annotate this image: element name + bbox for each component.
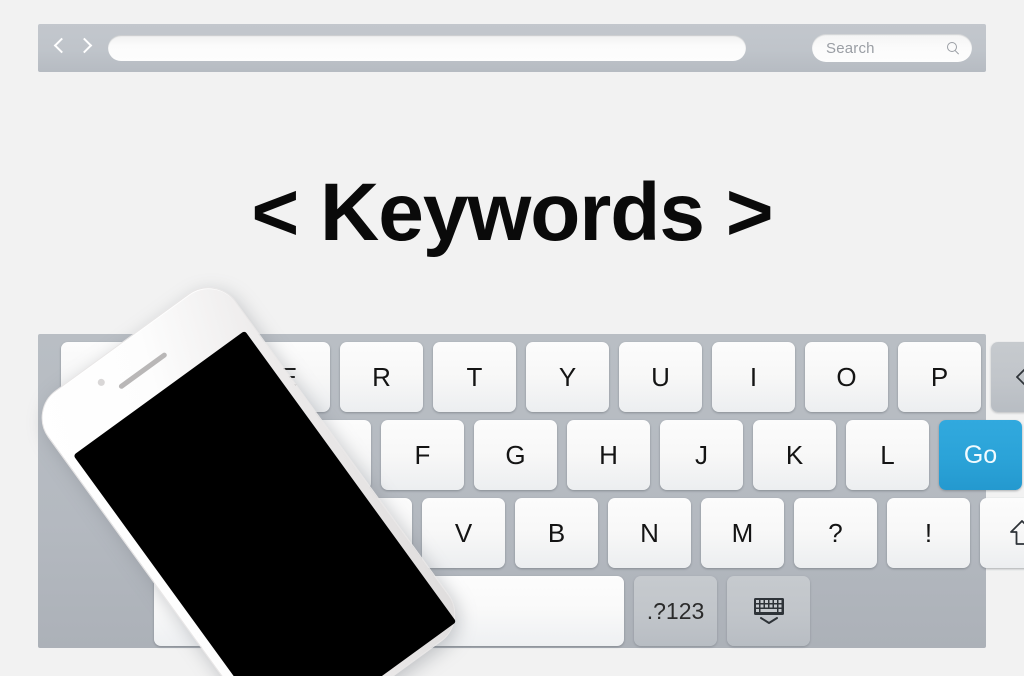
key-c[interactable]: C [329,498,412,568]
key-go[interactable]: Go [939,420,1022,490]
key-w[interactable]: W [154,342,237,412]
navigation-arrows [54,36,92,60]
key-d[interactable]: D [288,420,371,490]
key-t[interactable]: T [433,342,516,412]
back-chevron-icon[interactable] [54,36,68,60]
key-m[interactable]: M [701,498,784,568]
key-u[interactable]: U [619,342,702,412]
key-x[interactable]: X [236,498,319,568]
key-g[interactable]: G [474,420,557,490]
page-title: < Keywords > [251,167,773,258]
key-q[interactable]: Q [61,342,144,412]
key-h[interactable]: H [567,420,650,490]
key-n[interactable]: N [608,498,691,568]
virtual-keyboard: Q W E R T Y U I O P x A S D [38,334,1024,648]
key-f[interactable]: F [381,420,464,490]
key-r[interactable]: R [340,342,423,412]
search-input[interactable]: Search [812,34,972,62]
key-e[interactable]: E [247,342,330,412]
key-exclamation-mark[interactable]: ! [887,498,970,568]
key-j[interactable]: J [660,420,743,490]
key-k[interactable]: K [753,420,836,490]
key-z[interactable]: Z [143,498,226,568]
screenshot-root: Search < Keywords > Q W E R T Y U I O P … [0,0,1024,676]
search-icon [947,41,960,55]
hide-keyboard-icon [752,597,786,625]
forward-chevron-icon[interactable] [78,36,92,60]
key-i[interactable]: I [712,342,795,412]
url-input[interactable] [108,35,746,61]
search-input-placeholder: Search [826,39,875,57]
key-hide-keyboard[interactable] [727,576,810,646]
keyboard-row-3: Z X C V B N M ? ! [143,498,1024,568]
key-backspace[interactable]: x [991,342,1024,412]
key-s[interactable]: S [195,420,278,490]
key-a[interactable]: A [102,420,185,490]
browser-toolbar: Search [38,24,986,72]
key-numeric-symbols[interactable]: .?123 [634,576,717,646]
key-question-mark[interactable]: ? [794,498,877,568]
key-b[interactable]: B [515,498,598,568]
key-v[interactable]: V [422,498,505,568]
keyboard-row-1: Q W E R T Y U I O P x [61,342,1024,412]
backspace-icon: x [1015,365,1024,389]
keyboard-row-4: .?123 [61,576,810,646]
shift-arrow-icon [1009,519,1024,547]
key-y[interactable]: Y [526,342,609,412]
key-p[interactable]: P [898,342,981,412]
keyboard-row-2: A S D F G H J K L Go [102,420,1022,490]
key-shift[interactable] [980,498,1024,568]
key-o[interactable]: O [805,342,888,412]
key-space[interactable] [154,576,624,646]
key-l[interactable]: L [846,420,929,490]
